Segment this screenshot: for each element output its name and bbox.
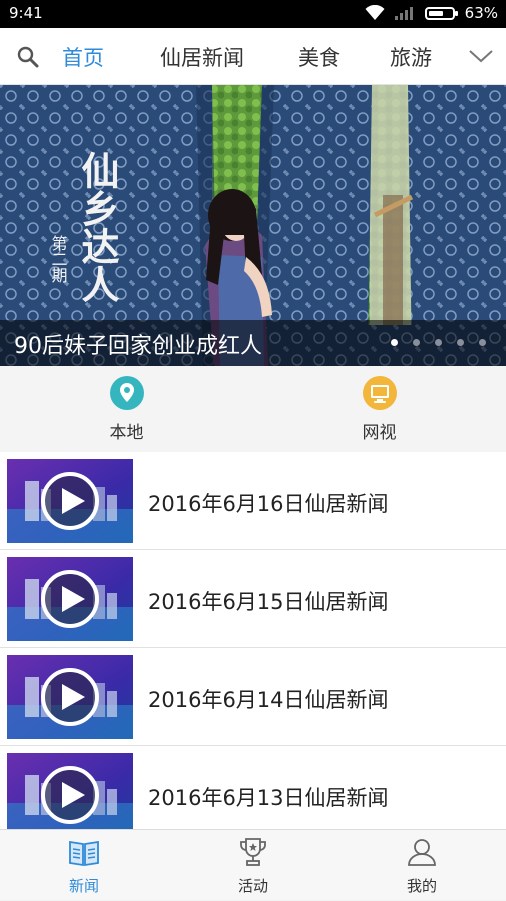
news-list-item[interactable]: 2016年6月14日仙居新闻	[0, 648, 506, 746]
banner-caption: 90后妹子回家创业成红人	[14, 334, 262, 359]
bottom-tab-events[interactable]: 活动	[169, 830, 337, 901]
bottom-tab-mine-label: 我的	[406, 877, 437, 895]
tab-food[interactable]: 美食	[298, 42, 340, 72]
location-pin-icon	[109, 376, 144, 410]
banner-caption-bar: 90后妹子回家创业成红人	[0, 320, 506, 366]
news-title: 2016年6月16日仙居新闻	[148, 492, 389, 516]
tab-xianju-news[interactable]: 仙居新闻	[160, 42, 244, 72]
quick-link-webtv[interactable]: 网视	[253, 366, 506, 452]
carousel-dot[interactable]	[413, 339, 420, 346]
news-title: 2016年6月15日仙居新闻	[148, 590, 389, 614]
trophy-icon	[240, 838, 266, 866]
wifi-icon	[365, 5, 385, 20]
news-list-item[interactable]: 2016年6月16日仙居新闻	[0, 452, 506, 550]
video-thumbnail	[7, 655, 133, 739]
top-nav: 首页 仙居新闻 美食 旅游	[0, 28, 506, 85]
bottom-tab-events-label: 活动	[237, 877, 268, 895]
carousel-dot[interactable]	[479, 339, 486, 346]
video-thumbnail	[7, 459, 133, 543]
bottom-tab-news-label: 新闻	[68, 877, 99, 895]
news-list: 2016年6月16日仙居新闻 2016年6月15日仙居新闻 2016年6月14日…	[0, 452, 506, 829]
chevron-down-icon[interactable]	[468, 46, 494, 66]
news-list-item[interactable]: 2016年6月15日仙居新闻	[0, 550, 506, 648]
battery-icon	[424, 6, 458, 20]
battery-percent: 63%	[464, 4, 498, 22]
video-thumbnail	[7, 753, 133, 829]
book-icon	[69, 840, 99, 867]
status-time: 9:41	[9, 4, 43, 22]
featured-banner[interactable]: 仙乡达人 第二期 90后妹子回家创业成红人	[0, 85, 506, 366]
signal-icon	[394, 7, 413, 20]
quick-link-webtv-label: 网视	[362, 423, 397, 443]
bottom-tab-mine[interactable]: 我的	[338, 830, 506, 901]
carousel-dot[interactable]	[391, 339, 398, 346]
status-bar: 9:41 63%	[0, 0, 506, 28]
news-list-item[interactable]: 2016年6月13日仙居新闻	[0, 746, 506, 829]
search-icon[interactable]	[16, 45, 40, 69]
quick-link-local-label: 本地	[109, 423, 144, 443]
tab-travel[interactable]: 旅游	[390, 42, 432, 72]
bottom-tab-news[interactable]: 新闻	[0, 830, 168, 901]
quick-links: 本地 网视	[0, 366, 506, 452]
monitor-icon	[362, 376, 397, 410]
news-title: 2016年6月13日仙居新闻	[148, 786, 389, 810]
user-icon	[408, 839, 436, 866]
video-thumbnail	[7, 557, 133, 641]
news-title: 2016年6月14日仙居新闻	[148, 688, 389, 712]
banner-art-issue: 第二期	[49, 235, 68, 284]
carousel-dots[interactable]	[391, 339, 486, 346]
tab-home[interactable]: 首页	[62, 42, 104, 72]
bottom-nav: 新闻 活动 我的	[0, 829, 506, 900]
quick-link-local[interactable]: 本地	[0, 366, 253, 452]
carousel-dot[interactable]	[435, 339, 442, 346]
carousel-dot[interactable]	[457, 339, 464, 346]
banner-art-title: 仙乡达人	[75, 151, 119, 303]
